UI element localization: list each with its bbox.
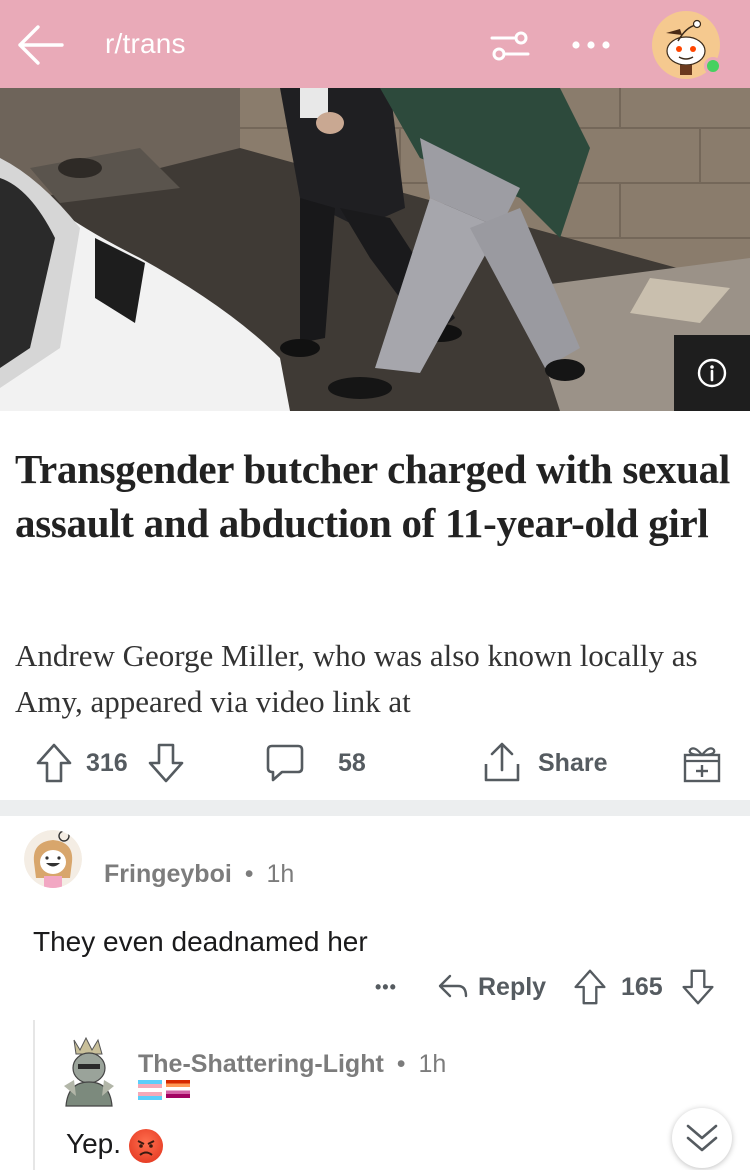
- back-arrow-icon: [18, 25, 64, 65]
- scroll-next-comment-button[interactable]: [672, 1108, 732, 1168]
- post-vote-count: 316: [86, 748, 128, 777]
- angry-face-emoji: [129, 1128, 164, 1163]
- top-app-bar: r/trans: [0, 0, 750, 88]
- reply-arrow-icon: [438, 974, 468, 998]
- meta-separator: •: [396, 1050, 406, 1078]
- reply-body: Yep.: [66, 1128, 164, 1163]
- comment-vote-count: 165: [621, 972, 663, 1001]
- comment-bubble-icon: [266, 744, 304, 782]
- back-button[interactable]: [14, 22, 66, 68]
- user-flair: [138, 1080, 190, 1108]
- reply-button[interactable]: Reply: [436, 962, 546, 1012]
- comment-action-bar: ••• Reply 165: [0, 962, 750, 1012]
- subreddit-title[interactable]: r/trans: [105, 28, 186, 60]
- post-action-bar: 316 58 Share: [0, 735, 750, 791]
- comment-meta: Fringeyboi • 1h: [104, 860, 294, 889]
- award-gift-icon: [683, 747, 721, 783]
- article-thumbnail-image[interactable]: [0, 88, 750, 411]
- reply-label: Reply: [478, 972, 547, 1001]
- more-options-button[interactable]: [570, 28, 612, 62]
- downvote-button[interactable]: [146, 735, 186, 791]
- user-avatar-icon: [64, 1036, 114, 1107]
- info-button[interactable]: [674, 335, 750, 411]
- reply-text: Yep.: [66, 1128, 122, 1159]
- upvote-arrow-icon: [36, 743, 72, 783]
- article-photo: [0, 88, 750, 411]
- downvote-arrow-icon: [148, 743, 184, 783]
- comment-count: 58: [338, 748, 366, 777]
- share-button[interactable]: Share: [480, 735, 607, 791]
- comment-avatar[interactable]: [24, 830, 82, 888]
- downvote-arrow-icon: [682, 969, 714, 1005]
- user-avatar-icon: [24, 830, 82, 888]
- user-avatar[interactable]: [652, 11, 722, 79]
- reply-avatar[interactable]: [58, 1036, 120, 1108]
- award-button[interactable]: [680, 735, 724, 791]
- pride-flags-icon: [138, 1080, 190, 1100]
- comment-downvote-button[interactable]: [680, 962, 716, 1012]
- comment-more-button[interactable]: •••: [375, 962, 397, 1012]
- thread-line[interactable]: [33, 1020, 35, 1170]
- reply-author[interactable]: The-Shattering-Light: [138, 1050, 384, 1078]
- meta-separator: •: [244, 860, 254, 888]
- reply-age: 1h: [418, 1050, 447, 1078]
- sort-filter-button[interactable]: [488, 26, 532, 66]
- comment-body: They even deadnamed her: [33, 926, 368, 957]
- article-summary: Andrew George Miller, who was also known…: [15, 638, 698, 719]
- online-status-dot: [704, 57, 722, 75]
- share-icon: [484, 742, 520, 782]
- comments-button[interactable]: [264, 735, 306, 791]
- upvote-button[interactable]: [34, 735, 74, 791]
- section-divider: [0, 800, 750, 816]
- comment-upvote-button[interactable]: [572, 962, 608, 1012]
- chevron-double-down-icon: [686, 1124, 718, 1152]
- article-headline[interactable]: Transgender butcher charged with sexual …: [15, 442, 735, 550]
- more-dots-icon: [572, 41, 610, 49]
- upvote-arrow-icon: [574, 969, 606, 1005]
- sort-filter-icon: [490, 31, 530, 61]
- share-label: Share: [538, 748, 608, 777]
- reply-meta: The-Shattering-Light • 1h: [138, 1050, 446, 1079]
- comment-author[interactable]: Fringeyboi: [104, 860, 232, 888]
- comment-age: 1h: [266, 860, 295, 888]
- info-icon: [697, 358, 727, 388]
